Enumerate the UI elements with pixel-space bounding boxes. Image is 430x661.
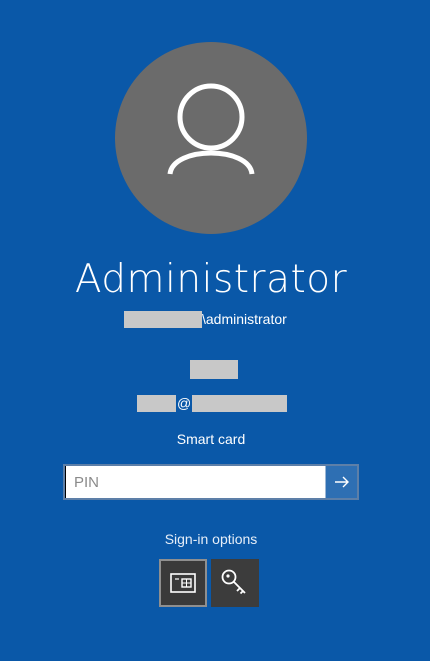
- pin-field: [63, 464, 359, 500]
- login-screen: Administrator \administrator @ Smart car…: [0, 0, 430, 661]
- account-name: \administrator: [202, 311, 287, 327]
- redacted-email-user: [137, 395, 176, 412]
- credential-provider-label: Smart card: [176, 431, 246, 447]
- smart-card-option-button[interactable]: [159, 559, 207, 607]
- redacted-email-domain: [192, 395, 287, 412]
- password-option-button[interactable]: [211, 559, 259, 607]
- submit-button[interactable]: [325, 466, 357, 498]
- redacted-domain: [124, 311, 202, 328]
- user-avatar: [115, 42, 307, 234]
- key-icon: [221, 569, 246, 595]
- pin-input[interactable]: [65, 466, 325, 498]
- arrow-right-icon: [334, 476, 349, 488]
- username-heading: Administrator: [74, 257, 348, 302]
- email-at-sign: @: [177, 395, 192, 411]
- sign-in-options-link[interactable]: Sign-in options: [0, 530, 422, 548]
- redacted-field: [190, 360, 238, 379]
- smart-card-icon: [170, 573, 196, 593]
- user-silhouette-icon: [167, 83, 255, 175]
